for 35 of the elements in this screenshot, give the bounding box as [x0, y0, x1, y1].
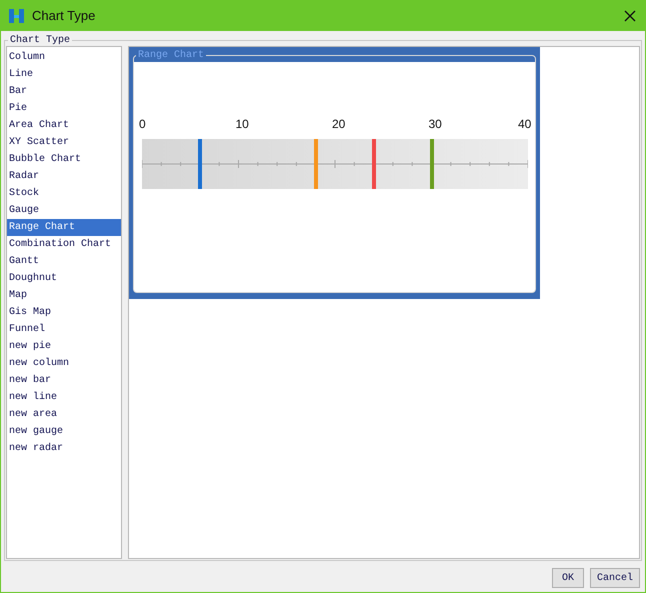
list-item[interactable]: Bar — [7, 83, 121, 100]
list-item[interactable]: Pie — [7, 100, 121, 117]
list-item[interactable]: Map — [7, 287, 121, 304]
tick-label: 20 — [332, 117, 346, 131]
list-item[interactable]: new line — [7, 389, 121, 406]
list-item[interactable]: Gis Map — [7, 304, 121, 321]
list-item[interactable]: Gantt — [7, 253, 121, 270]
tick-label: 40 — [518, 117, 532, 131]
app-logo-icon — [8, 6, 26, 24]
list-item[interactable]: new area — [7, 406, 121, 423]
list-item[interactable]: new radar — [7, 440, 121, 457]
list-item[interactable]: Funnel — [7, 321, 121, 338]
list-item[interactable]: new bar — [7, 372, 121, 389]
close-icon[interactable] — [624, 10, 636, 22]
tick-label: 10 — [236, 117, 249, 131]
tick-label: 0 — [139, 117, 146, 131]
group-title: Chart Type — [9, 35, 72, 46]
dialog-button[interactable]: Cancel — [590, 568, 640, 588]
list-item[interactable]: new gauge — [7, 423, 121, 440]
list-item[interactable]: Area Chart — [7, 117, 121, 134]
list-item[interactable]: Line — [7, 66, 121, 83]
list-item[interactable]: Stock — [7, 185, 121, 202]
window-title: Chart Type — [32, 8, 96, 23]
tick-label: 30 — [428, 117, 442, 131]
list-item[interactable]: Radar — [7, 168, 121, 185]
list-item[interactable]: Bubble Chart — [7, 151, 121, 168]
list-item[interactable]: new pie — [7, 338, 121, 355]
dialog-button[interactable]: OK — [552, 568, 584, 588]
list-item[interactable]: Combination Chart — [7, 236, 121, 253]
list-item[interactable]: new column — [7, 355, 121, 372]
list-item[interactable]: Range Chart — [7, 219, 121, 236]
list-item[interactable]: Gauge — [7, 202, 121, 219]
list-item[interactable]: Column — [7, 49, 121, 66]
list-item[interactable]: XY Scatter — [7, 134, 121, 151]
list-item[interactable]: Doughnut — [7, 270, 121, 287]
